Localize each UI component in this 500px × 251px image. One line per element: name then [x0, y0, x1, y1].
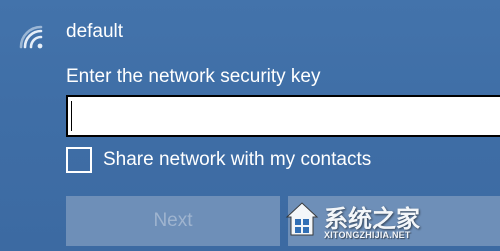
watermark-brand: 系统之家 — [324, 205, 420, 233]
security-key-input[interactable] — [66, 95, 500, 137]
wifi-icon — [19, 25, 43, 49]
security-key-label: Enter the network security key — [66, 66, 321, 87]
text-caret — [71, 101, 72, 131]
share-network-option[interactable]: Share network with my contacts — [66, 144, 371, 176]
wifi-connect-panel: default Enter the network security key S… — [0, 0, 500, 251]
next-button[interactable]: Next — [66, 196, 280, 246]
watermark: 系统之家 XITONGZHIJIA.NET — [284, 197, 494, 247]
share-network-checkbox[interactable] — [66, 147, 92, 173]
share-network-label: Share network with my contacts — [103, 149, 372, 170]
watermark-domain: XITONGZHIJIA.NET — [324, 230, 411, 240]
house-logo-icon — [285, 202, 319, 236]
network-name: default — [66, 21, 124, 42]
